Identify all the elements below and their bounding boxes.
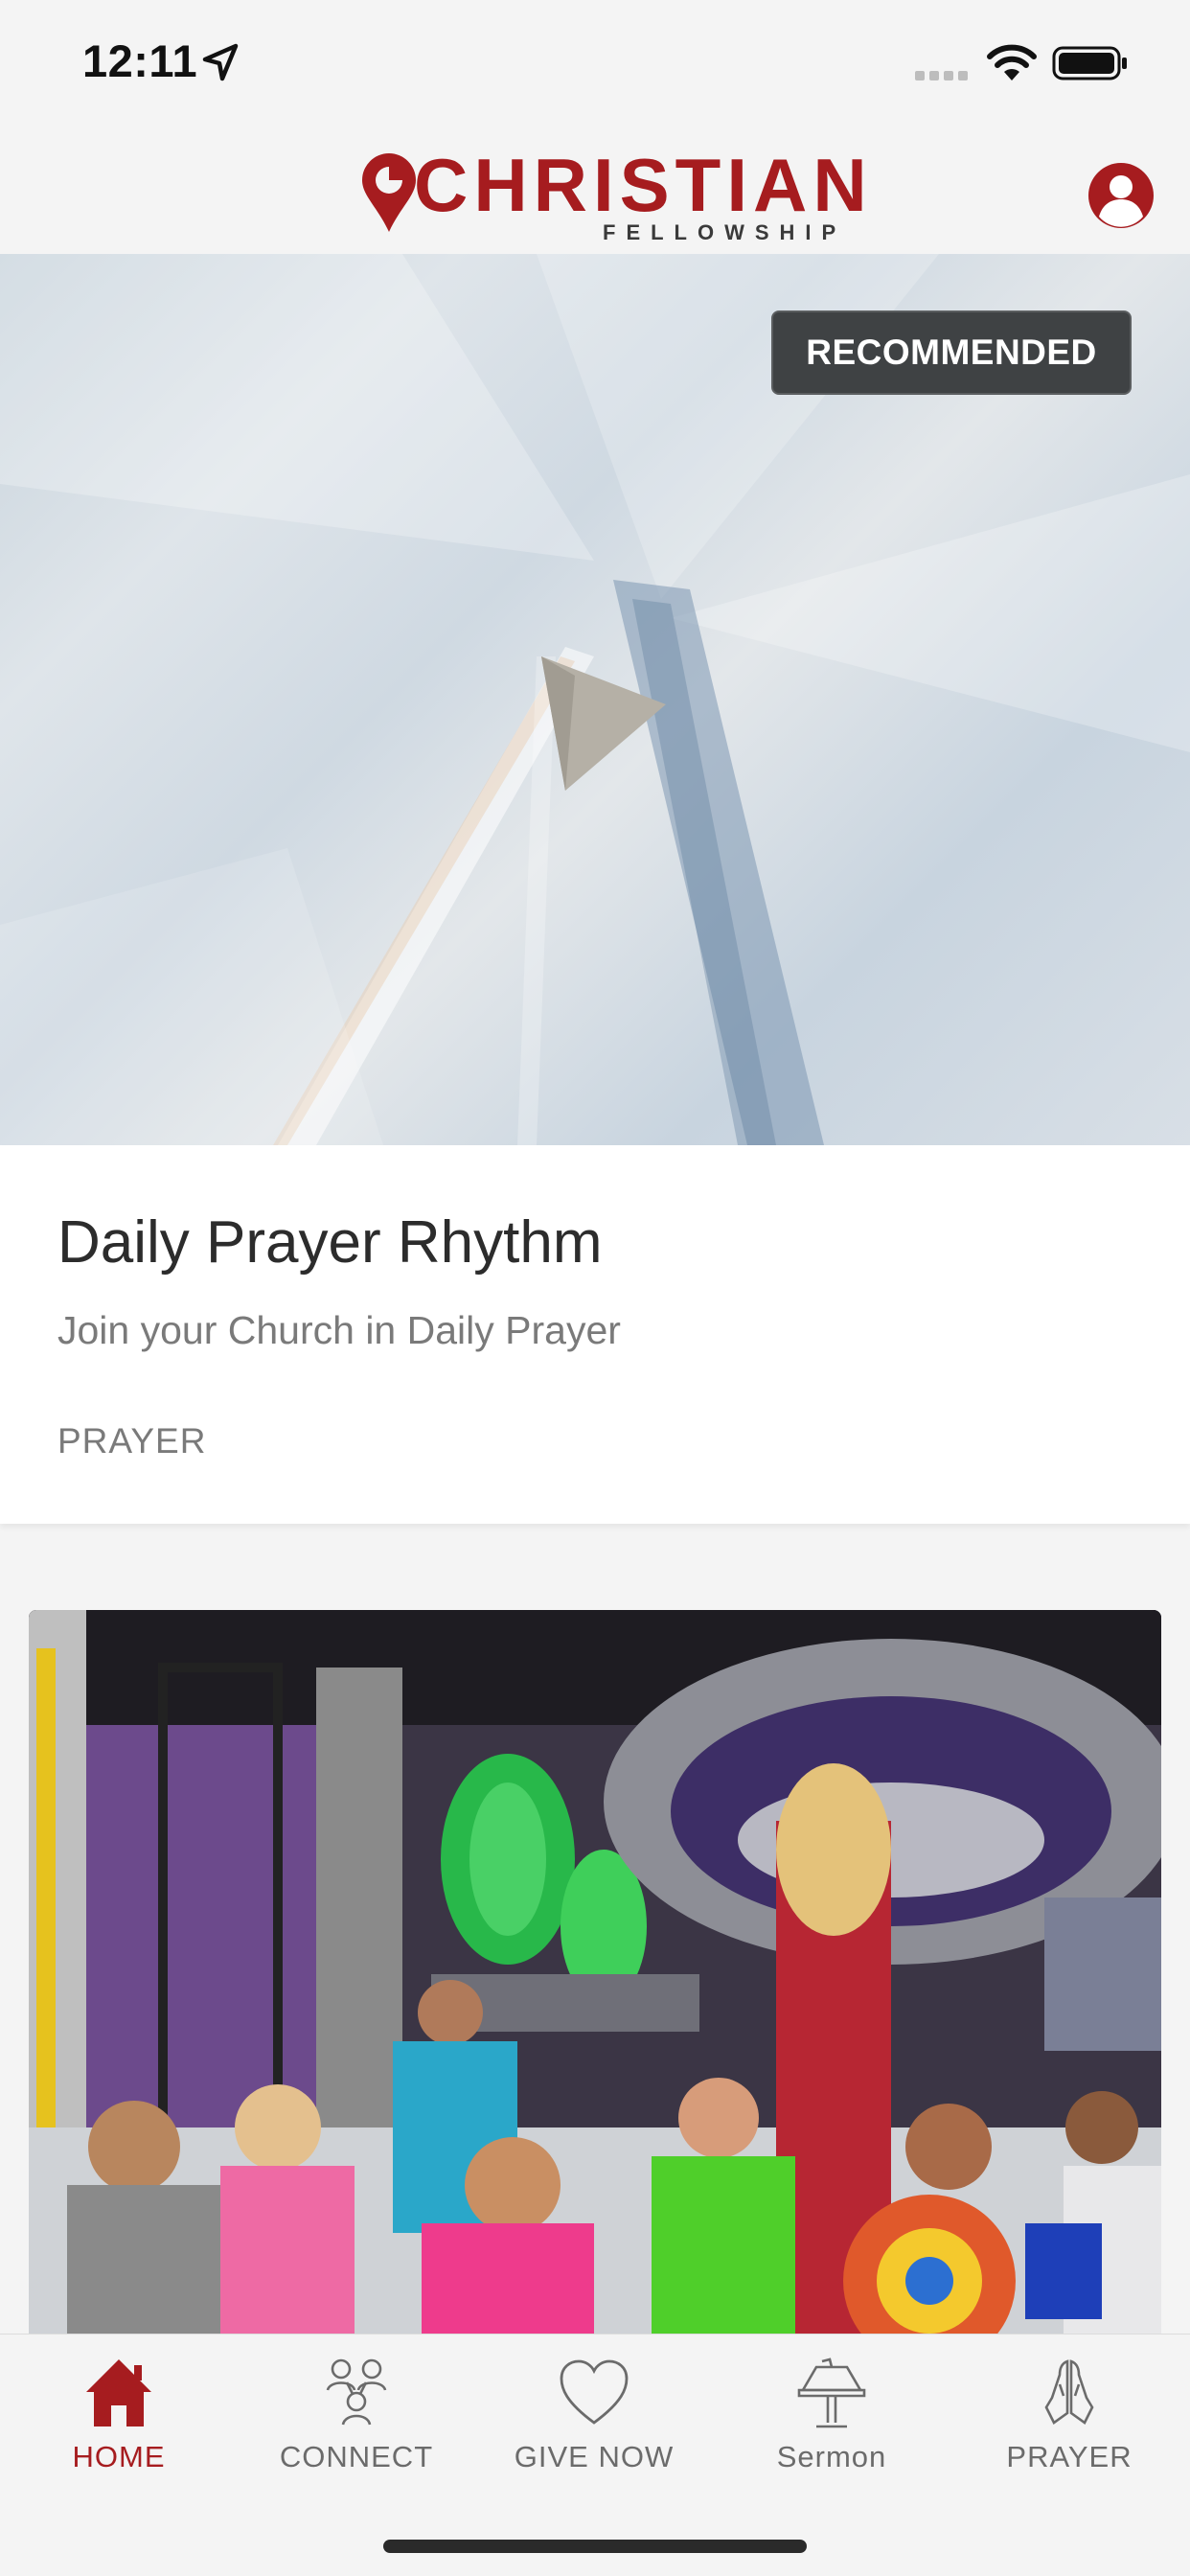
- status-bar: 12:11: [0, 0, 1190, 128]
- tab-label: HOME: [72, 2440, 166, 2473]
- people-group-icon: [326, 2358, 387, 2426]
- app-screen: 12:11 CHRISTIAN FELLOWSHIP RECOMMENDED D…: [0, 0, 1190, 2576]
- praying-hands-icon: [1044, 2359, 1094, 2425]
- tab-label: Sermon: [776, 2440, 887, 2473]
- featured-hero-image[interactable]: RECOMMENDED: [0, 254, 1190, 1145]
- user-circle-icon[interactable]: [1087, 161, 1156, 230]
- kids-classroom-photo: [29, 1610, 1161, 2338]
- church-logo[interactable]: CHRISTIAN FELLOWSHIP: [360, 144, 867, 245]
- card-category: PRAYER: [57, 1421, 207, 1460]
- home-indicator[interactable]: [383, 2540, 807, 2553]
- heart-icon: [560, 2359, 629, 2425]
- home-icon: [86, 2359, 151, 2426]
- map-pin-logo-icon: [362, 153, 416, 232]
- tab-connect[interactable]: CONNECT: [238, 2334, 475, 2488]
- tab-give-now[interactable]: GIVE NOW: [475, 2334, 713, 2488]
- status-time: 12:11: [82, 35, 198, 86]
- tab-prayer[interactable]: PRAYER: [950, 2334, 1188, 2488]
- featured-card[interactable]: Daily Prayer Rhythm Join your Church in …: [0, 1145, 1190, 1524]
- logo-wordmark: CHRISTIAN: [414, 143, 873, 227]
- card-title: Daily Prayer Rhythm: [57, 1209, 603, 1276]
- app-header: CHRISTIAN FELLOWSHIP: [0, 128, 1190, 254]
- location-arrow-icon: [202, 43, 239, 81]
- tab-label: GIVE NOW: [514, 2440, 675, 2473]
- logo-subtitle: FELLOWSHIP: [603, 220, 847, 244]
- wifi-icon: [987, 44, 1037, 80]
- kids-ministry-card-image[interactable]: [29, 1610, 1161, 2338]
- card-subtitle: Join your Church in Daily Prayer: [57, 1308, 621, 1352]
- tab-label: PRAYER: [1006, 2440, 1133, 2473]
- recommended-badge: RECOMMENDED: [771, 310, 1132, 395]
- lectern-icon: [797, 2358, 866, 2428]
- tab-sermon[interactable]: Sermon: [713, 2334, 950, 2488]
- signal-dots-icon: [915, 71, 968, 80]
- tab-label: CONNECT: [279, 2440, 434, 2473]
- tab-home[interactable]: HOME: [0, 2334, 238, 2488]
- battery-icon: [1052, 46, 1127, 80]
